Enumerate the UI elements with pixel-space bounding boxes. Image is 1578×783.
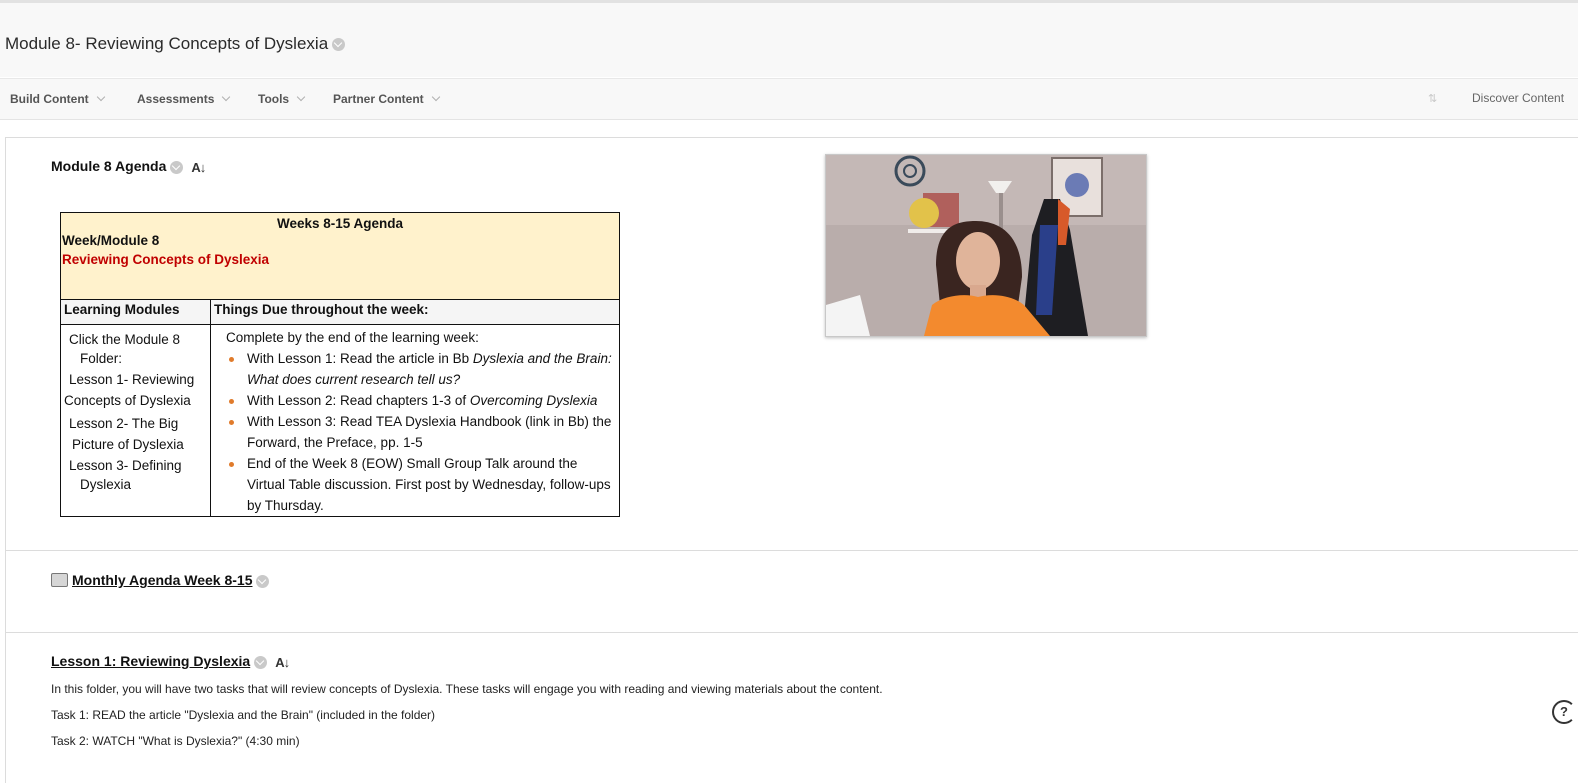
things-due-cell: Complete by the end of the learning week… xyxy=(210,324,620,517)
due-intro: Complete by the end of the learning week… xyxy=(226,330,479,345)
ally-download-icon[interactable]: A↓ xyxy=(275,655,290,670)
build-content-menu[interactable]: Build Content xyxy=(10,92,105,106)
lesson1-title-text: Lesson 1: Reviewing Dyslexia xyxy=(51,653,251,669)
module-line: Picture of Dyslexia xyxy=(72,437,184,452)
chevron-down-icon xyxy=(96,92,105,102)
chevron-down-icon[interactable] xyxy=(256,574,270,588)
assessments-label: Assessments xyxy=(137,92,215,106)
task2-text: Task 2: WATCH "What is Dyslexia?" (4:30 … xyxy=(51,734,300,748)
lesson1-folder-link[interactable]: Lesson 1: Reviewing Dyslexia A↓ xyxy=(51,653,290,670)
module-line: Lesson 1- Reviewing xyxy=(69,372,195,387)
module-line: Lesson 3- Defining xyxy=(69,458,182,473)
monthly-agenda-text: Monthly Agenda Week 8-15 xyxy=(72,572,253,588)
module-line: Lesson 2- The Big xyxy=(69,416,179,431)
chevron-down-icon[interactable] xyxy=(170,160,184,174)
partner-content-label: Partner Content xyxy=(333,92,424,106)
due-item-italic: Overcoming Dyslexia xyxy=(469,393,598,408)
module-line: Concepts of Dyslexia xyxy=(64,393,191,408)
item-divider xyxy=(6,632,1578,633)
chevron-down-icon xyxy=(296,92,306,102)
chevron-down-icon[interactable] xyxy=(254,655,268,669)
learning-modules-cell: Click the Module 8 Folder: Lesson 1- Rev… xyxy=(60,324,211,517)
page-title: Module 8- Reviewing Concepts of Dyslexia xyxy=(5,34,346,54)
monthly-agenda-link[interactable]: Monthly Agenda Week 8-15 xyxy=(51,571,270,588)
build-content-label: Build Content xyxy=(10,92,89,106)
partner-content-menu[interactable]: Partner Content xyxy=(333,92,440,106)
tools-label: Tools xyxy=(258,92,290,106)
file-icon xyxy=(51,573,68,587)
due-item-text: End of the Week 8 (EOW) Small Group Talk… xyxy=(247,456,611,513)
agenda-table: Weeks 8-15 Agenda Week/Module 8 Reviewin… xyxy=(60,212,620,517)
due-list: With Lesson 1: Read the article in Bb Dy… xyxy=(226,348,613,516)
task1-text: Task 1: READ the article "Dyslexia and t… xyxy=(51,708,436,722)
module-line: Folder: xyxy=(80,351,123,366)
agenda-table-title: Weeks 8-15 Agenda xyxy=(276,216,404,231)
item-divider xyxy=(6,550,1578,551)
content-toolbar: Build Content Assessments Tools Partner … xyxy=(0,78,1578,120)
sort-arrows-icon[interactable]: ⇅ xyxy=(1428,92,1437,105)
chevron-down-icon xyxy=(222,92,231,102)
due-item-text: With Lesson 3: Read TEA Dyslexia Handboo… xyxy=(247,414,612,450)
page-header: Module 8- Reviewing Concepts of Dyslexia xyxy=(0,3,1578,77)
lesson1-description: In this folder, you will have two tasks … xyxy=(51,682,883,696)
chevron-down-icon[interactable] xyxy=(332,38,346,52)
due-item: With Lesson 3: Read TEA Dyslexia Handboo… xyxy=(229,411,613,453)
ally-download-icon[interactable]: A↓ xyxy=(191,160,206,175)
due-item: End of the Week 8 (EOW) Small Group Talk… xyxy=(229,453,613,516)
video-player[interactable] xyxy=(825,154,1147,337)
due-item: With Lesson 2: Read chapters 1-3 of Over… xyxy=(229,390,613,411)
agenda-title-text: Module 8 Agenda xyxy=(51,158,167,174)
chevron-down-icon xyxy=(431,92,440,102)
help-question-icon[interactable]: ? xyxy=(1552,700,1576,724)
assessments-menu[interactable]: Assessments xyxy=(137,92,231,106)
week-module-label: Week/Module 8 xyxy=(62,233,160,248)
module-line: Click the Module 8 xyxy=(69,332,181,347)
due-item-text: With Lesson 1: Read the article in Bb xyxy=(247,351,473,366)
module-subtitle: Reviewing Concepts of Dyslexia xyxy=(62,252,270,267)
discover-content-button[interactable]: Discover Content xyxy=(1472,91,1564,105)
module-line: Dyslexia xyxy=(80,477,132,492)
column-header-due: Things Due throughout the week: xyxy=(210,299,620,325)
due-item-text: With Lesson 2: Read chapters 1-3 of xyxy=(247,393,470,408)
video-frame-image xyxy=(826,155,1146,336)
agenda-table-header: Weeks 8-15 Agenda Week/Module 8 Reviewin… xyxy=(60,212,620,300)
column-header-modules: Learning Modules xyxy=(60,299,211,325)
tools-menu[interactable]: Tools xyxy=(258,92,306,106)
page-title-text: Module 8- Reviewing Concepts of Dyslexia xyxy=(5,34,329,53)
agenda-item-title: Module 8 Agenda A↓ xyxy=(51,158,206,175)
due-item: With Lesson 1: Read the article in Bb Dy… xyxy=(229,348,613,390)
